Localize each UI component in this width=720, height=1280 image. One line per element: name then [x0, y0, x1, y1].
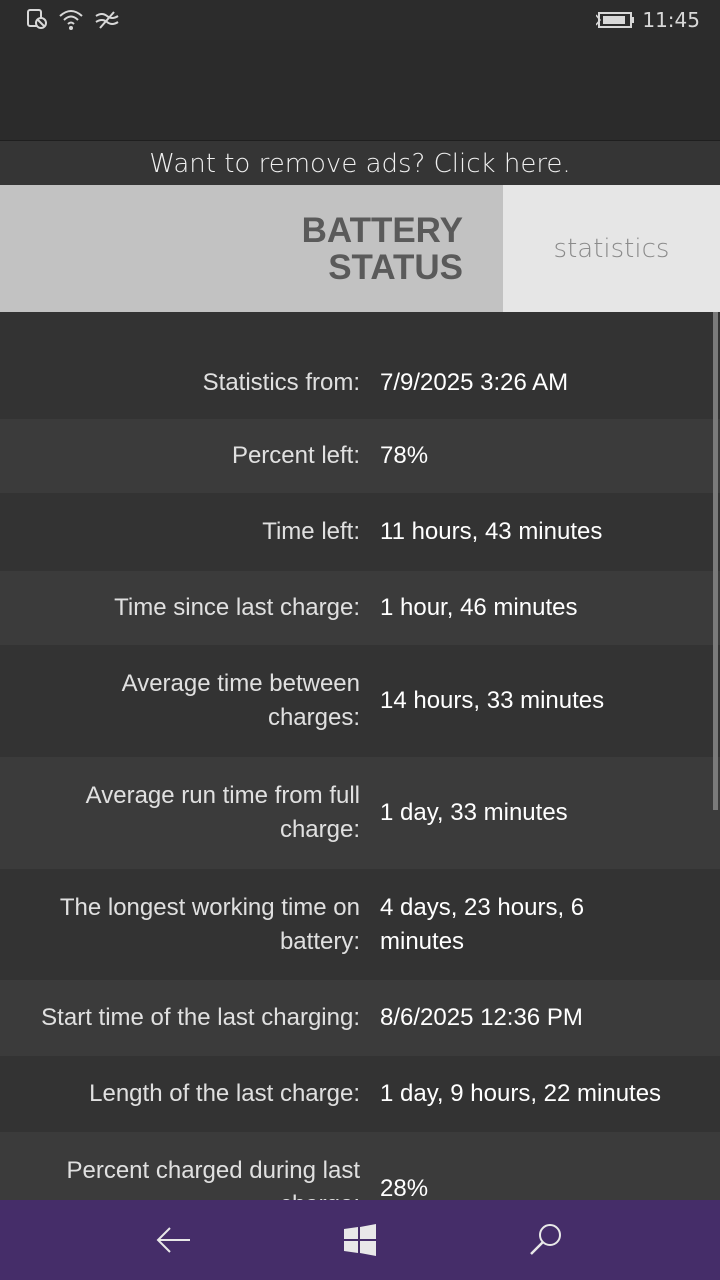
stat-value: 8/6/2025 12:36 PM: [380, 1004, 583, 1031]
notification-icon: [26, 8, 48, 34]
stat-row: Time since last charge: 1 hour, 46 minut…: [0, 571, 720, 645]
stat-label: Average time between charges:: [121, 670, 360, 731]
status-bar: 11:45: [0, 0, 720, 40]
stat-label: Percent charged during last charge:: [66, 1157, 360, 1200]
remove-ads-link[interactable]: Want to remove ads? Click here.: [0, 140, 720, 186]
stat-row: Statistics from: 7/9/2025 3:26 AM: [0, 312, 720, 419]
back-icon[interactable]: [154, 1220, 194, 1260]
stat-row: Percent charged during last charge: 28%: [0, 1132, 720, 1200]
navigation-bar: [0, 1200, 720, 1280]
stat-label: Average run time from full charge:: [85, 782, 360, 843]
stat-label: Time left:: [262, 518, 360, 545]
stat-value: 28%: [380, 1175, 429, 1200]
battery-charging-icon: [595, 10, 636, 34]
tab-statistics[interactable]: statistics: [503, 185, 720, 312]
stat-row: Percent left: 78%: [0, 419, 720, 493]
stat-label: The longest working time on battery:: [59, 893, 360, 955]
stat-label: Start time of the last charging:: [41, 1004, 360, 1031]
search-icon[interactable]: [526, 1220, 566, 1260]
stat-label: Statistics from:: [202, 368, 360, 396]
stat-label: Percent left:: [231, 442, 360, 469]
stat-value: 4 days, 23 hours, 6 minutes: [380, 893, 585, 955]
ad-banner[interactable]: [0, 40, 720, 140]
stat-value: 78%: [380, 442, 429, 469]
wifi-icon: [58, 8, 84, 36]
stat-row: Length of the last charge: 1 day, 9 hour…: [0, 1056, 720, 1132]
stat-label: Length of the last charge:: [89, 1080, 360, 1107]
stat-row: Average time between charges: 14 hours, …: [0, 645, 720, 757]
stat-row: The longest working time on battery: 4 d…: [0, 869, 720, 980]
stat-row: Start time of the last charging: 8/6/202…: [0, 980, 720, 1056]
stat-value: 7/9/2025 3:26 AM: [380, 368, 569, 396]
stat-row: Time left: 11 hours, 43 minutes: [0, 493, 720, 571]
data-sense-icon: [94, 8, 120, 36]
tab-battery-status[interactable]: BATTERY STATUS: [0, 185, 503, 312]
page-title: BATTERY STATUS: [301, 210, 463, 287]
stat-row: Average run time from full charge: 1 day…: [0, 757, 720, 869]
stat-value: 1 hour, 46 minutes: [380, 594, 578, 621]
clock: 11:45: [642, 8, 700, 32]
pivot-header: BATTERY STATUS statistics: [0, 185, 720, 312]
stat-label: Time since last charge:: [114, 594, 360, 621]
statistics-list[interactable]: Statistics from: 7/9/2025 3:26 AM Percen…: [0, 312, 720, 1200]
windows-icon[interactable]: [340, 1220, 380, 1260]
stat-value: 14 hours, 33 minutes: [380, 687, 605, 714]
stat-value: 1 day, 33 minutes: [380, 799, 568, 826]
stat-value: 1 day, 9 hours, 22 minutes: [380, 1080, 662, 1107]
stat-value: 11 hours, 43 minutes: [380, 518, 603, 545]
scrollbar[interactable]: [713, 312, 718, 810]
